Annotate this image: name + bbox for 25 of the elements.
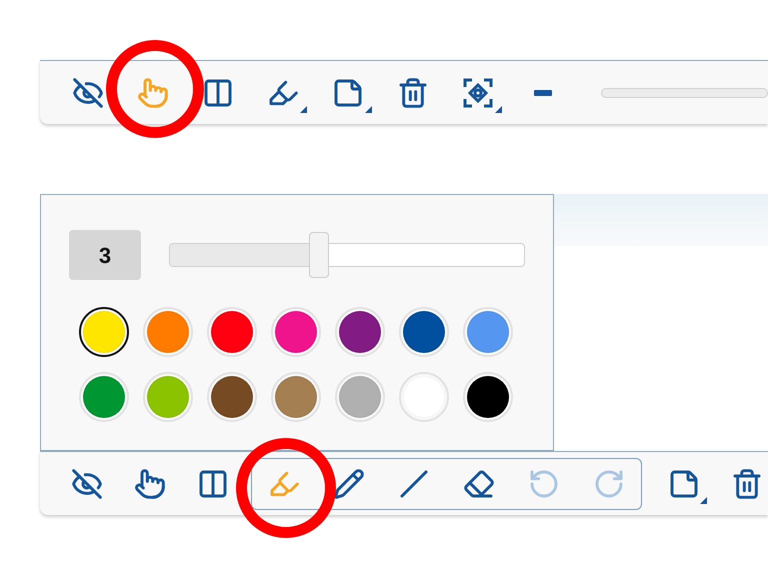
pointing-hand-icon: [134, 468, 166, 500]
pen-size-value: 3: [69, 230, 141, 280]
line-icon: [398, 468, 430, 500]
menu-corner-icon: [700, 496, 707, 504]
menu-corner-icon: [300, 106, 307, 112]
menu-corner-icon: [495, 106, 502, 112]
minus-icon: [534, 90, 552, 96]
focus-frame-icon: [462, 76, 494, 108]
columns-icon: [197, 468, 229, 500]
pencil-icon: [333, 468, 365, 500]
sticky-note-icon: [332, 76, 364, 108]
trash-icon: [397, 76, 429, 108]
columns-icon: [202, 76, 234, 108]
crossed-eye-icon: [71, 468, 103, 500]
undo-icon: [528, 468, 560, 500]
pointing-hand-icon: [137, 76, 169, 108]
sticky-note-icon: [668, 468, 700, 500]
pen-size-slider[interactable]: [169, 232, 525, 278]
eraser-icon: [463, 468, 495, 500]
color-swatch[interactable]: [79, 307, 129, 357]
trash-icon: [731, 468, 763, 500]
crossed-eye-icon: [72, 76, 104, 108]
slider-thumb[interactable]: [308, 232, 329, 278]
menu-corner-icon: [365, 106, 372, 112]
redo-icon: [593, 468, 625, 500]
